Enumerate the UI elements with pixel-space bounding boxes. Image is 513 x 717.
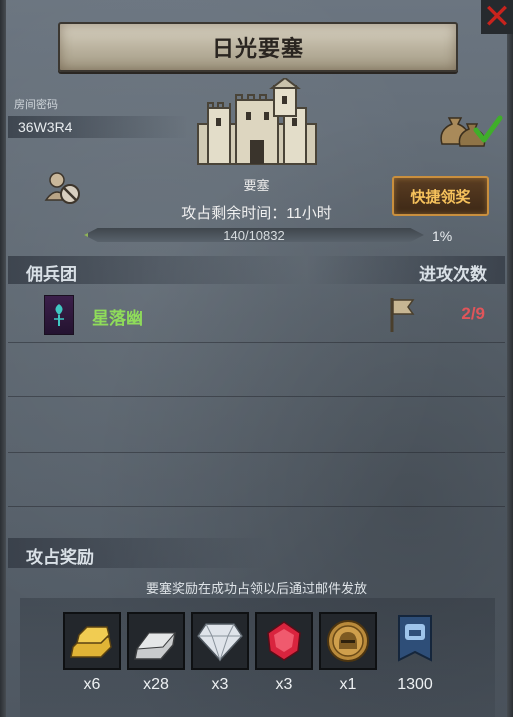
row-divider [8,396,505,397]
reward-note: 要塞奖励在成功占领以后通过邮件发放 [145,581,367,596]
panel-frame-left [0,0,6,717]
mercenary-section-title: 佣兵团 [26,265,77,284]
gold-bar-icon [70,626,112,658]
title-banner: 日光要塞 [58,22,458,72]
reward-qty: x1 [339,676,357,693]
no-entry-person-icon[interactable] [44,170,82,206]
reward-slot-guild[interactable] [383,612,447,670]
diamond-icon [197,623,243,662]
mercenary-name: 星落幽 [92,309,143,328]
helmet-coin-icon [327,620,369,662]
reward-slot-gold[interactable] [63,612,121,670]
attack-flag-icon [390,298,415,332]
mercenary-row[interactable]: 星落幽 2/9 [8,292,505,338]
fortress-castle-icon [197,78,317,165]
reward-slot-helmet[interactable] [319,612,377,670]
reward-slot-ruby[interactable] [255,612,313,670]
reward-qty: x3 [275,676,293,693]
reward-qty: x3 [211,676,229,693]
mercenary-attack-count: 2/9 [461,304,485,323]
room-code-value: 36W3R4 [18,119,73,135]
reward-slot-diamond[interactable] [191,612,249,670]
reward-qty: x28 [143,676,169,693]
close-icon[interactable]: ✕ [483,0,512,34]
silver-bar-icon [134,632,177,660]
reward-section-title: 攻占奖励 [26,548,94,567]
ruby-icon [267,621,301,661]
loot-bags-check-icon[interactable] [436,110,504,150]
guild-banner-icon [398,615,432,662]
row-divider [8,342,505,343]
reward-slot-silver[interactable] [127,612,185,670]
capture-progress-text: 140/10832 [223,228,285,243]
reward-qty: 1300 [397,676,433,693]
row-divider [8,452,505,453]
room-code-label: 房间密码 [14,99,58,111]
mercenary-emblem-icon [44,295,74,335]
close-button[interactable]: ✕ [481,0,513,34]
capture-progress-percent: 1% [432,228,453,244]
reward-qty: x6 [83,676,101,693]
capture-timer: 攻占剩余时间：11小时 [181,205,332,222]
attack-count-title: 进攻次数 [419,265,487,284]
row-divider [8,506,505,507]
page-title: 日光要塞 [211,36,304,61]
panel-frame-right [507,0,513,717]
